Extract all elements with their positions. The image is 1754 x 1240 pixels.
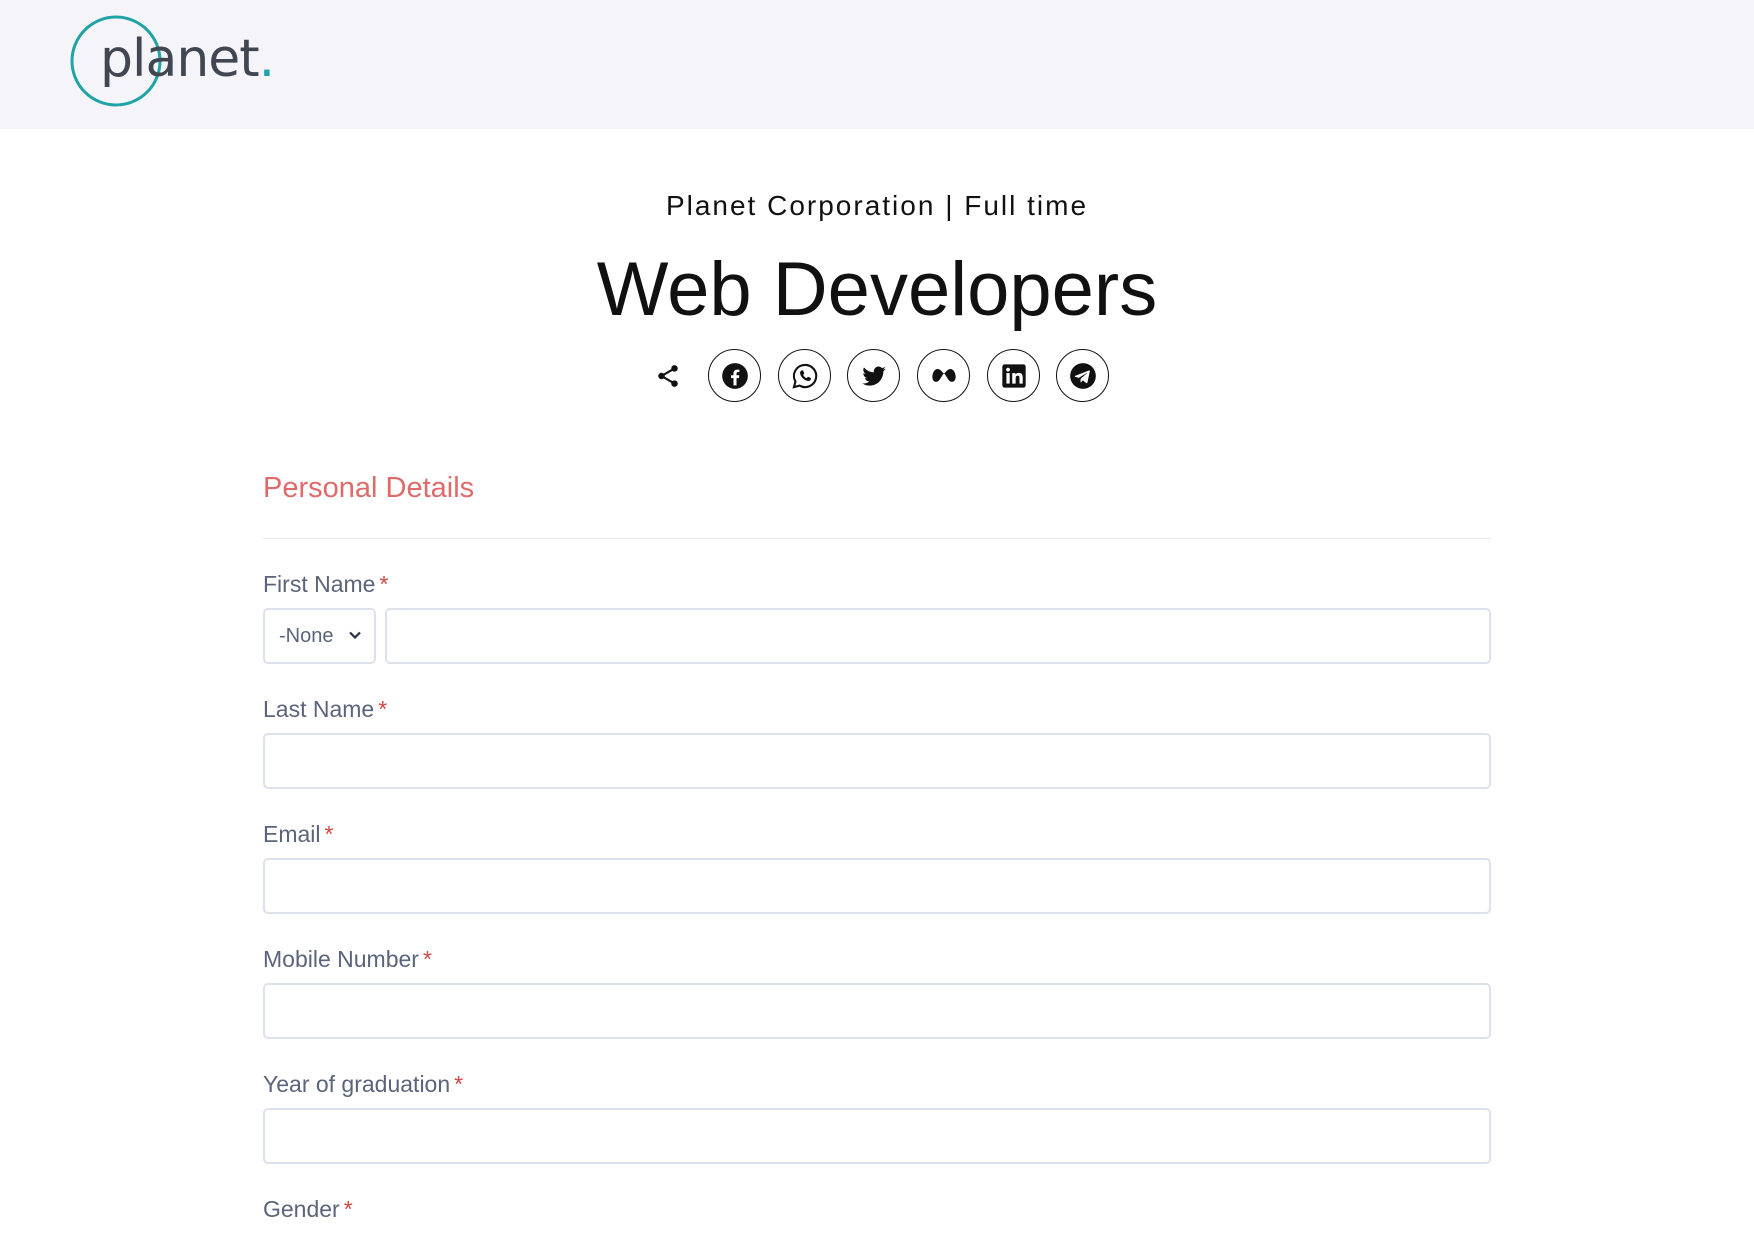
salutation-select[interactable]: -None [263, 608, 376, 664]
mobile-number-label: Mobile Number * [263, 946, 432, 972]
section-title-personal-details: Personal Details [263, 472, 475, 504]
job-title: Web Developers [596, 247, 1158, 332]
email-label: Email * [263, 821, 334, 847]
telegram-icon [1069, 362, 1096, 389]
salutation-value: -None [279, 624, 334, 647]
email-input[interactable] [263, 858, 1491, 914]
share-icon [658, 365, 678, 387]
whatsapp-share-button[interactable] [778, 349, 831, 402]
logo-word: planet [100, 29, 260, 89]
mobile-number-input[interactable] [263, 983, 1491, 1039]
last-name-input[interactable] [263, 733, 1491, 789]
job-subtitle: Planet Corporation | Full time [665, 190, 1089, 221]
gender-label: Gender * [263, 1196, 353, 1222]
header-bar: planet. [0, 0, 1754, 129]
telegram-share-button[interactable] [1056, 349, 1109, 402]
share-bar [0, 349, 1754, 403]
whatsapp-icon [791, 363, 817, 389]
required-marker: * [324, 821, 334, 847]
section-divider [263, 538, 1491, 539]
required-marker: * [343, 1196, 353, 1222]
meta-share-button[interactable] [917, 349, 970, 402]
chevron-down-icon [349, 631, 361, 640]
planet-logo[interactable]: planet. [70, 15, 275, 110]
required-marker: * [379, 571, 389, 597]
required-marker: * [378, 696, 388, 722]
linkedin-icon [1001, 363, 1026, 388]
required-marker: * [422, 946, 432, 972]
first-name-label: First Name * [263, 571, 389, 597]
linkedin-share-button[interactable] [987, 349, 1040, 402]
graduation-year-label: Year of graduation * [263, 1071, 464, 1097]
graduation-year-input[interactable] [263, 1108, 1491, 1164]
required-marker: * [454, 1071, 464, 1097]
facebook-share-button[interactable] [708, 349, 761, 402]
meta-icon [931, 368, 956, 382]
last-name-label: Last Name * [263, 696, 388, 722]
logo-dot: . [258, 29, 276, 89]
twitter-share-button[interactable] [847, 349, 900, 402]
twitter-icon [861, 366, 886, 386]
facebook-icon [721, 362, 748, 389]
first-name-input[interactable] [385, 608, 1491, 664]
